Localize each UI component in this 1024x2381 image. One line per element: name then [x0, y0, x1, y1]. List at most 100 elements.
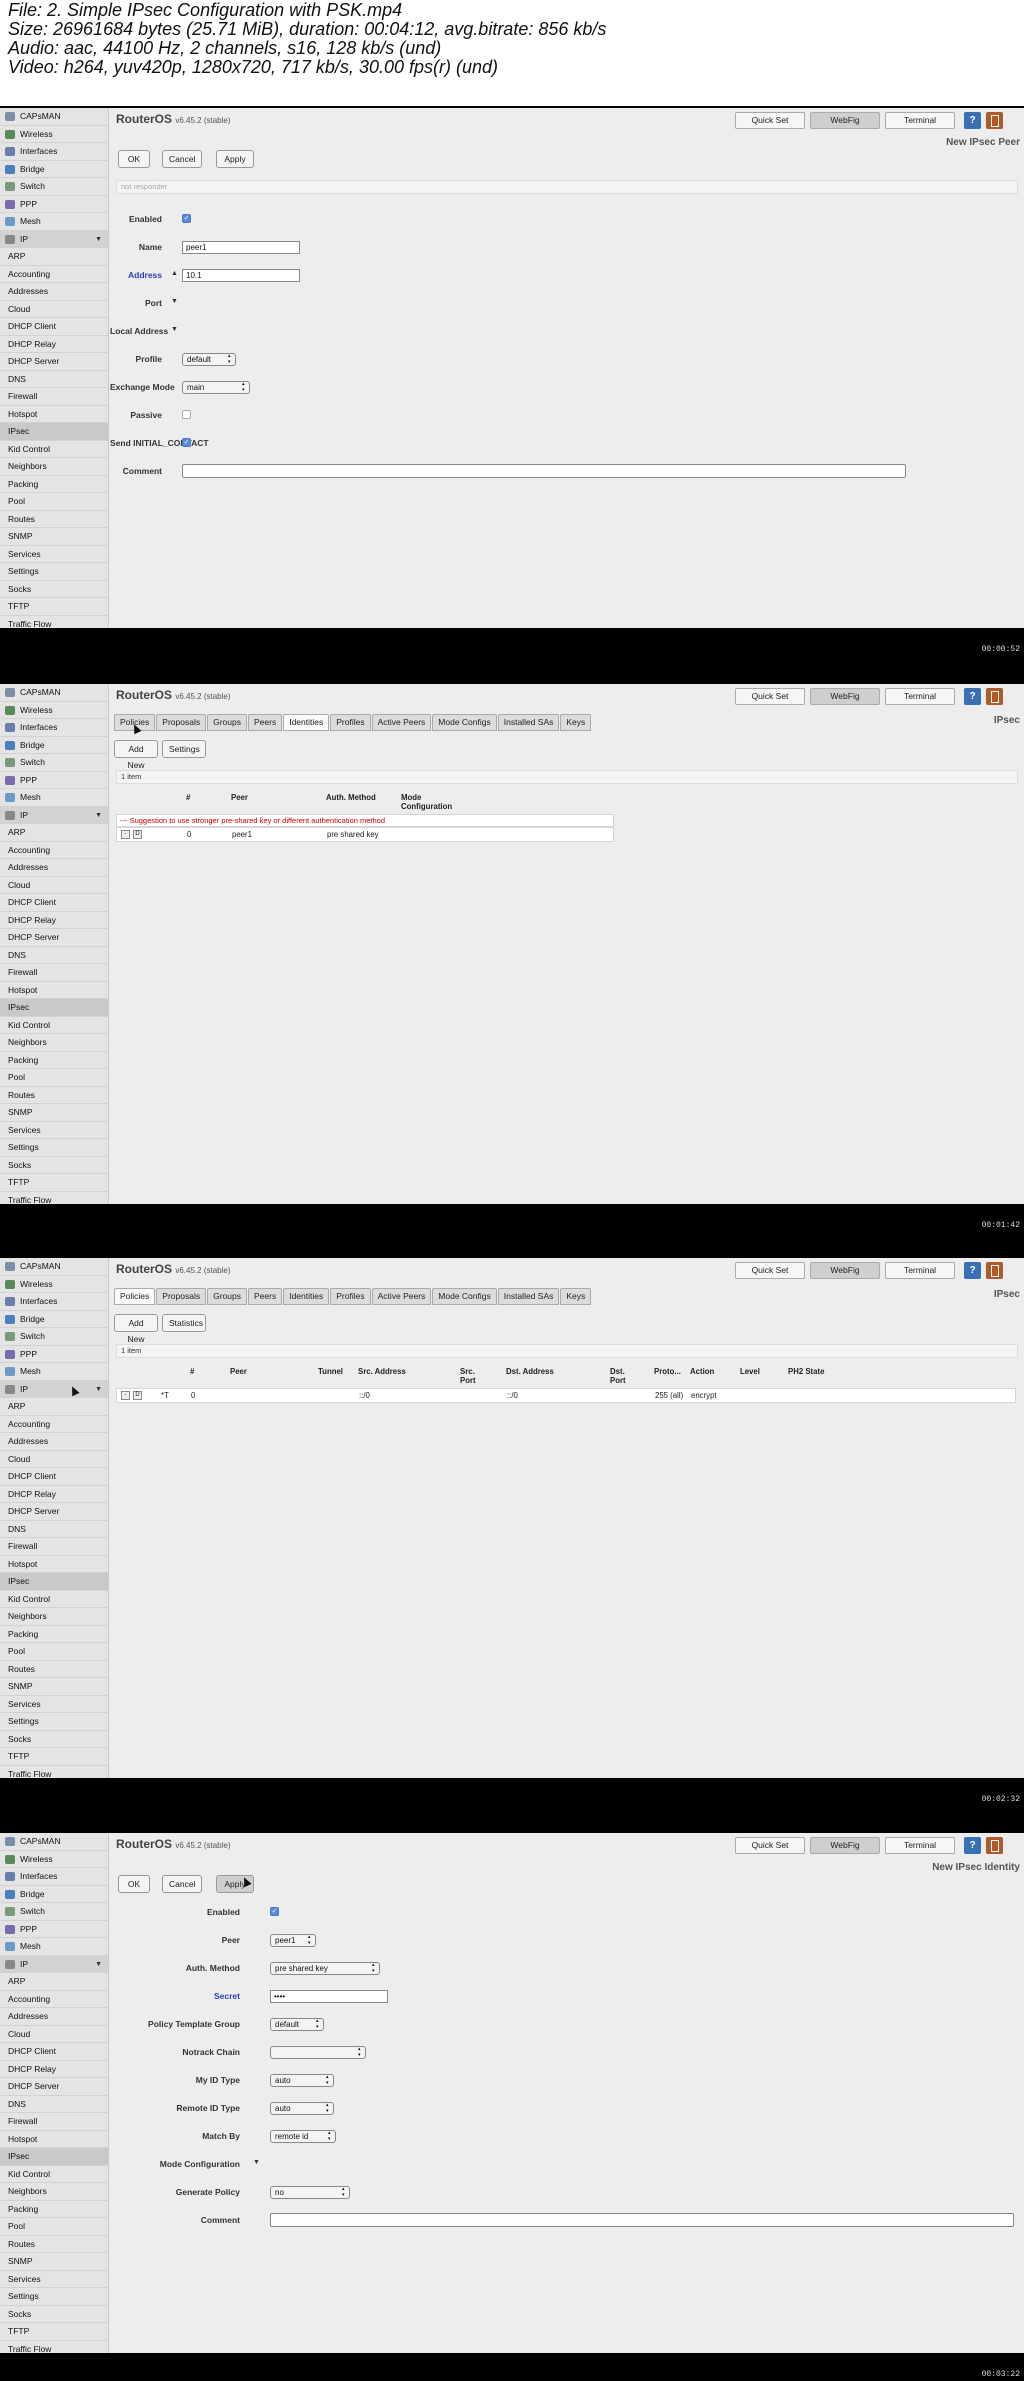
sidebar-item-kid-control[interactable]: Kid Control [0, 2166, 108, 2183]
sidebar-item-settings[interactable]: Settings [0, 563, 108, 581]
sidebar-item-dhcp-client[interactable]: DHCP Client [0, 894, 108, 912]
help-icon[interactable]: ? [964, 112, 981, 129]
statistics-button[interactable]: Statistics [162, 1314, 206, 1332]
sidebar-item-traffic-flow[interactable]: Traffic Flow [0, 1192, 108, 1205]
remote-id-type-select[interactable]: auto [270, 2102, 334, 2115]
sidebar-item-arp[interactable]: ARP [0, 824, 108, 842]
match-by-select[interactable]: remote id [270, 2130, 336, 2143]
logout-icon[interactable] [986, 1837, 1003, 1854]
sidebar-item-services[interactable]: Services [0, 1696, 108, 1713]
terminal-button[interactable]: Terminal [885, 112, 955, 129]
sidebar-item-hotspot[interactable]: Hotspot [0, 1556, 108, 1573]
tab-installed-sas[interactable]: Installed SAs [497, 714, 560, 731]
quick-set-button[interactable]: Quick Set [735, 1262, 805, 1279]
sidebar-item-ppp[interactable]: PPP [0, 196, 108, 213]
sidebar-item-interfaces[interactable]: Interfaces [0, 719, 108, 737]
sidebar-item-accounting[interactable]: Accounting [0, 1991, 108, 2008]
add-new-button[interactable]: Add New [114, 740, 158, 770]
sidebar-item-bridge[interactable]: Bridge [0, 1311, 108, 1328]
sidebar-item-addresses[interactable]: Addresses [0, 859, 108, 877]
webfig-button[interactable]: WebFig [810, 112, 880, 129]
sidebar-item-dhcp-server[interactable]: DHCP Server [0, 929, 108, 947]
passive-checkbox[interactable] [182, 410, 191, 419]
sidebar-item-addresses[interactable]: Addresses [0, 1433, 108, 1451]
disable-toggle[interactable]: - [121, 830, 130, 839]
sidebar-item-neighbors[interactable]: Neighbors [0, 2183, 108, 2201]
sidebar-item-pool[interactable]: Pool [0, 493, 108, 511]
sidebar-item-services[interactable]: Services [0, 2271, 108, 2288]
sidebar-item-dhcp-client[interactable]: DHCP Client [0, 1468, 108, 1486]
sidebar-item-socks[interactable]: Socks [0, 581, 108, 598]
sidebar-item-switch[interactable]: Switch [0, 178, 108, 196]
sidebar-item-firewall[interactable]: Firewall [0, 1538, 108, 1556]
settings-button[interactable]: Settings [162, 740, 206, 758]
terminal-button[interactable]: Terminal [885, 688, 955, 705]
cancel-button[interactable]: Cancel [162, 150, 202, 168]
webfig-button[interactable]: WebFig [810, 1837, 880, 1854]
sidebar-item-neighbors[interactable]: Neighbors [0, 1608, 108, 1626]
enabled-checkbox[interactable]: ✓ [270, 1907, 279, 1916]
sidebar-item-interfaces[interactable]: Interfaces [0, 1868, 108, 1886]
sidebar-item-dhcp-server[interactable]: DHCP Server [0, 1503, 108, 1521]
sidebar-item-arp[interactable]: ARP [0, 248, 108, 266]
sidebar-item-snmp[interactable]: SNMP [0, 1104, 108, 1122]
sidebar-item-firewall[interactable]: Firewall [0, 388, 108, 406]
sidebar-item-hotspot[interactable]: Hotspot [0, 406, 108, 423]
quick-set-button[interactable]: Quick Set [735, 1837, 805, 1854]
tab-identities[interactable]: Identities [283, 714, 330, 731]
sidebar-item-dns[interactable]: DNS [0, 371, 108, 388]
sidebar-item-addresses[interactable]: Addresses [0, 2008, 108, 2026]
tab-profiles[interactable]: Profiles [330, 1288, 371, 1305]
sidebar-item-ipsec[interactable]: IPsec [0, 1573, 108, 1591]
sidebar-item-dhcp-relay[interactable]: DHCP Relay [0, 912, 108, 929]
help-icon[interactable]: ? [964, 1837, 981, 1854]
add-new-button[interactable]: Add New [114, 1314, 158, 1344]
logout-icon[interactable] [986, 1262, 1003, 1279]
tab-installed-sas[interactable]: Installed SAs [497, 1288, 560, 1305]
sidebar-item-wireless[interactable]: Wireless [0, 126, 108, 143]
sidebar-item-firewall[interactable]: Firewall [0, 2113, 108, 2131]
sidebar-item-interfaces[interactable]: Interfaces [0, 1293, 108, 1311]
tab-proposals[interactable]: Proposals [156, 1288, 207, 1305]
initial-contact-checkbox[interactable]: ✓ [182, 438, 191, 447]
tab-proposals[interactable]: Proposals [156, 714, 207, 731]
sidebar-item-dns[interactable]: DNS [0, 1521, 108, 1538]
sidebar-item-neighbors[interactable]: Neighbors [0, 458, 108, 476]
sidebar-item-ip[interactable]: IP ▼ [0, 1380, 108, 1398]
generate-policy-select[interactable]: no [270, 2186, 350, 2199]
tab-groups[interactable]: Groups [207, 714, 247, 731]
sidebar-item-cloud[interactable]: Cloud [0, 301, 108, 318]
disable-toggle[interactable]: - [121, 1391, 130, 1400]
sidebar-item-dhcp-client[interactable]: DHCP Client [0, 318, 108, 336]
disable-icon[interactable]: D [133, 830, 142, 839]
my-id-type-select[interactable]: auto [270, 2074, 334, 2087]
sidebar-item-dhcp-relay[interactable]: DHCP Relay [0, 1486, 108, 1503]
expand-triangle-icon[interactable]: ▼ [253, 2159, 260, 2166]
tab-active-peers[interactable]: Active Peers [371, 1288, 432, 1305]
tab-mode-configs[interactable]: Mode Configs [432, 714, 497, 731]
sidebar-item-ppp[interactable]: PPP [0, 1346, 108, 1363]
sidebar-item-dhcp-server[interactable]: DHCP Server [0, 353, 108, 371]
peer-select[interactable]: peer1 [270, 1934, 316, 1947]
logout-icon[interactable] [986, 112, 1003, 129]
disable-icon[interactable]: D [133, 1391, 142, 1400]
sidebar-item-ppp[interactable]: PPP [0, 772, 108, 789]
sidebar-item-kid-control[interactable]: Kid Control [0, 1017, 108, 1034]
sidebar-item-traffic-flow[interactable]: Traffic Flow [0, 2341, 108, 2354]
expand-triangle-icon[interactable]: ▼ [171, 298, 178, 305]
terminal-button[interactable]: Terminal [885, 1262, 955, 1279]
sidebar-item-mesh[interactable]: Mesh [0, 1363, 108, 1381]
exchange-mode-select[interactable]: main [182, 381, 250, 394]
help-icon[interactable]: ? [964, 688, 981, 705]
table-row[interactable]: - D 0 peer1 pre shared key [116, 827, 614, 842]
terminal-button[interactable]: Terminal [885, 1837, 955, 1854]
sidebar-item-interfaces[interactable]: Interfaces [0, 143, 108, 161]
quick-set-button[interactable]: Quick Set [735, 688, 805, 705]
sidebar-item-neighbors[interactable]: Neighbors [0, 1034, 108, 1052]
sidebar-item-addresses[interactable]: Addresses [0, 283, 108, 301]
sidebar-item-mesh[interactable]: Mesh [0, 789, 108, 807]
sidebar-item-pool[interactable]: Pool [0, 1643, 108, 1661]
sidebar-item-accounting[interactable]: Accounting [0, 1416, 108, 1433]
sidebar-item-packing[interactable]: Packing [0, 476, 108, 493]
sidebar-item-traffic-flow[interactable]: Traffic Flow [0, 616, 108, 629]
